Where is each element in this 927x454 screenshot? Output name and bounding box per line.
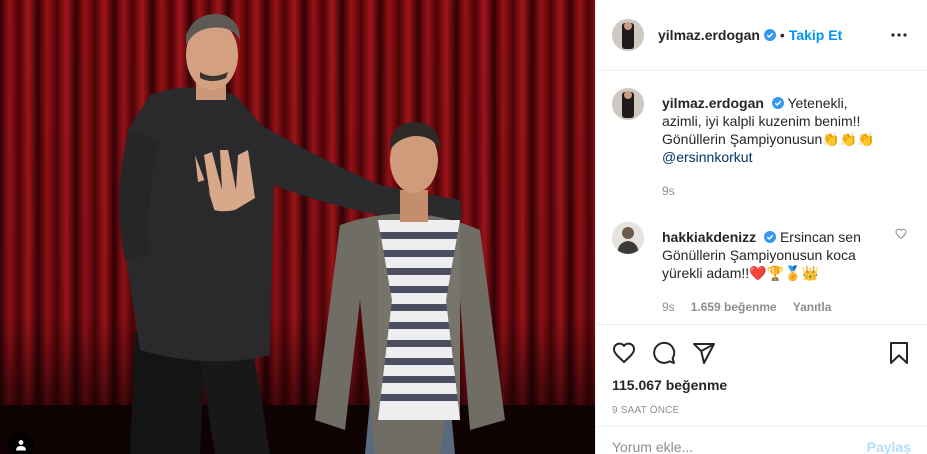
heart-glyph [612,342,636,364]
add-comment-bar: Paylaş [596,426,927,454]
comments-list[interactable]: yilmaz.erdogan Yetenekli, azimli, iyi ka… [596,72,927,324]
commenter-avatar[interactable] [612,222,644,254]
heart-icon[interactable] [612,333,652,373]
more-options-glyph [891,33,907,37]
caption: yilmaz.erdogan Yetenekli, azimli, iyi ka… [612,88,911,200]
post-timestamp[interactable]: 9 SAAT ÖNCE [612,405,911,416]
verified-badge-icon [771,97,784,109]
header-separator: • [779,27,785,43]
verified-badge-icon [763,29,776,41]
user-tag-icon[interactable] [8,432,34,454]
action-icons-row [612,333,911,373]
caption-time[interactable]: 9s [662,182,675,200]
comment-meta: 9s 1.659 beğenme Yanıtla [662,298,879,316]
post-photo[interactable] [0,0,595,454]
more-options-icon[interactable] [887,23,911,47]
comment-body: hakkiakdenizz Ersincan sen Gönüllerin Şa… [662,222,911,316]
follow-button[interactable]: Takip Et [789,27,842,43]
comment-input[interactable] [612,438,867,454]
verified-badge-icon [764,231,777,243]
comment-icon[interactable] [652,333,692,373]
post-details-panel: yilmaz.erdogan • Takip Et yilmaz.erdogan… [595,0,927,454]
comment-item: hakkiakdenizz Ersincan sen Gönüllerin Şa… [612,222,911,316]
comment-time[interactable]: 9s [662,298,675,316]
share-glyph [693,343,715,364]
share-icon[interactable] [692,333,732,373]
bookmark-icon[interactable] [871,333,911,373]
caption-mention-link[interactable]: @ersinnkorkut [662,148,879,166]
caption-meta: 9s [662,182,879,200]
reply-button[interactable]: Yanıtla [793,298,832,316]
author-username[interactable]: yilmaz.erdogan [658,27,760,43]
likes-count[interactable]: 115.067 beğenme [612,377,911,393]
bookmark-glyph [890,342,908,364]
post-header: yilmaz.erdogan • Takip Et [596,0,927,71]
post-comment-button[interactable]: Paylaş [867,439,911,454]
comment-glyph [653,341,676,364]
author-avatar[interactable] [612,19,644,51]
comment-likes[interactable]: 1.659 beğenme [691,298,777,316]
caption-avatar[interactable] [612,88,644,120]
author-avatar-image [612,19,644,51]
caption-body: yilmaz.erdogan Yetenekli, azimli, iyi ka… [662,88,911,200]
comment-like-heart-icon[interactable] [895,228,907,240]
caption-username[interactable]: yilmaz.erdogan [662,95,764,111]
post-actions: 115.067 beğenme 9 SAAT ÖNCE [596,324,927,416]
user-tag-glyph [16,440,26,451]
post-photo-image [0,0,595,454]
caption-avatar-image [612,88,644,120]
comment-username[interactable]: hakkiakdenizz [662,229,756,245]
commenter-avatar-image [612,222,644,254]
